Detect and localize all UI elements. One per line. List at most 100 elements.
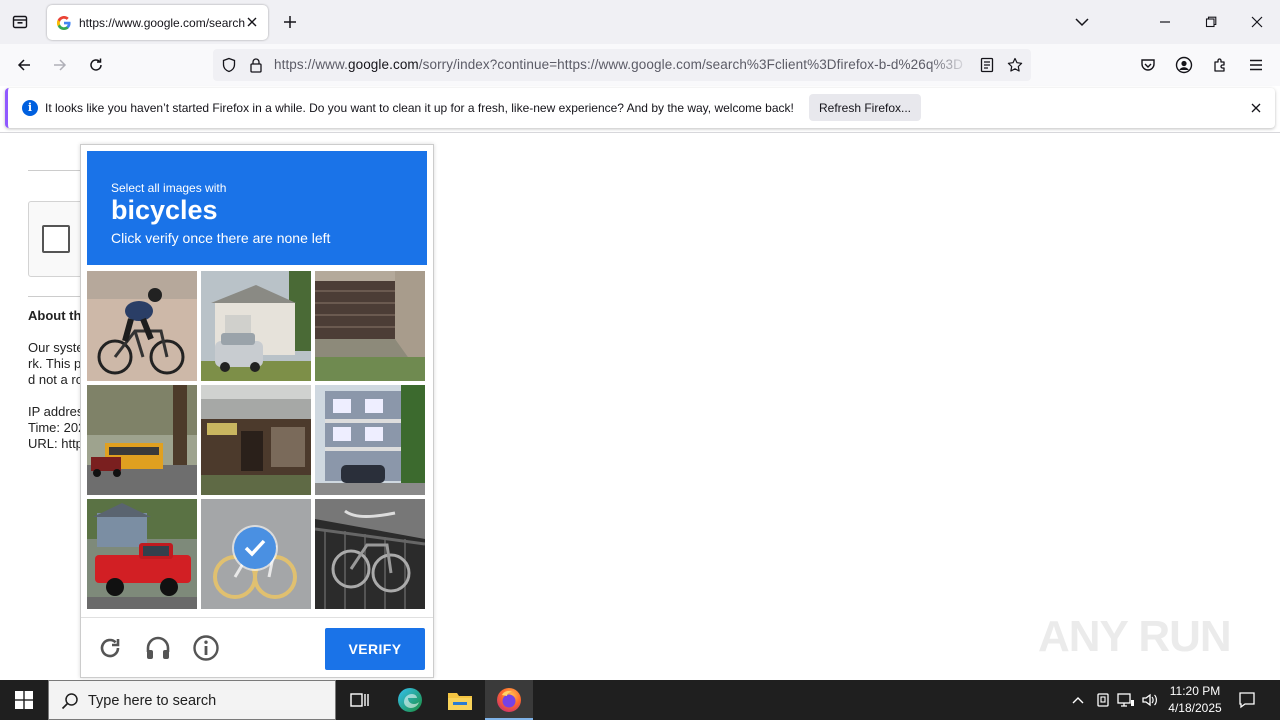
time-line: Time: 2025: [28, 420, 88, 435]
extensions-button[interactable]: [1205, 50, 1235, 80]
captcha-tile-5[interactable]: [201, 385, 311, 495]
task-view-icon: [350, 693, 369, 707]
show-hidden-icons-button[interactable]: [1068, 690, 1088, 710]
reload-button[interactable]: [81, 50, 111, 80]
account-icon: [1175, 56, 1193, 74]
anyrun-watermark: ANY RUN: [1038, 608, 1238, 674]
firefox-taskbar-button[interactable]: [485, 680, 533, 720]
notification-icon: [1239, 692, 1255, 709]
captcha-tile-4[interactable]: [87, 385, 197, 495]
ip-address-line: IP address:: [28, 404, 88, 419]
security-tray-button[interactable]: [1093, 690, 1113, 710]
reload-challenge-button[interactable]: [94, 632, 126, 664]
pocket-button[interactable]: [1133, 50, 1163, 80]
url-path: /sorry/index?continue=https://www.google…: [418, 57, 964, 72]
app-menu-button[interactable]: [1241, 50, 1271, 80]
tab-strip: https://www.google.com/search?client=fir…: [0, 0, 1280, 44]
restore-button[interactable]: [1188, 0, 1234, 44]
reload-icon: [100, 638, 120, 658]
windows-taskbar: Type here to search 11:20 PM 4/18/2025: [0, 680, 1280, 720]
clock-date: 4/18/2025: [1168, 701, 1222, 715]
device-icon: [1097, 693, 1109, 707]
volume-tray-button[interactable]: [1140, 690, 1160, 710]
captcha-tile-2[interactable]: [201, 271, 311, 381]
challenge-subinstruction: Click verify once there are none left: [111, 230, 331, 246]
selected-check-icon: [234, 527, 276, 569]
start-button[interactable]: [0, 680, 48, 720]
list-all-tabs-button[interactable]: [1068, 8, 1096, 36]
notification-close-icon[interactable]: [1248, 100, 1264, 116]
challenge-instruction: Select all images with: [111, 181, 227, 195]
challenge-header: Select all images with bicycles Click ve…: [87, 151, 427, 265]
about-heading: About this page: [28, 308, 88, 323]
info-icon: [193, 635, 219, 661]
url-bar[interactable]: https://www.google.com/sorry/index?conti…: [213, 49, 1031, 81]
pocket-icon: [1141, 59, 1155, 71]
recaptcha-challenge-dialog: Select all images with bicycles Click ve…: [80, 144, 434, 678]
tab-close-icon[interactable]: [244, 14, 260, 30]
taskbar-search-box[interactable]: Type here to search: [48, 680, 336, 720]
challenge-footer: VERIFY: [81, 617, 433, 677]
restore-icon: [1205, 16, 1217, 28]
navigation-toolbar: https://www.google.com/sorry/index?conti…: [0, 44, 1280, 86]
browser-tab-active[interactable]: https://www.google.com/search?client=fir…: [47, 5, 268, 40]
notification-center-button[interactable]: [1236, 689, 1258, 711]
verify-button[interactable]: VERIFY: [325, 628, 425, 670]
reader-view-icon[interactable]: [978, 56, 996, 74]
task-view-button[interactable]: [336, 680, 384, 720]
file-explorer-taskbar-button[interactable]: [436, 680, 484, 720]
captcha-tile-6[interactable]: [315, 385, 425, 495]
google-favicon-icon: [57, 15, 71, 30]
new-tab-button[interactable]: [276, 8, 304, 36]
info-icon: i: [22, 100, 38, 116]
minimize-button[interactable]: [1142, 0, 1188, 44]
firefox-view-button[interactable]: [6, 8, 34, 36]
captcha-tile-1[interactable]: [87, 271, 197, 381]
audio-headphones-icon: [146, 636, 170, 659]
help-button[interactable]: [190, 632, 222, 664]
chevron-down-icon: [1075, 18, 1089, 27]
url-line: URL: https: [28, 436, 88, 451]
folder-icon: [448, 693, 472, 710]
close-window-button[interactable]: [1234, 0, 1280, 44]
bookmark-star-icon[interactable]: [1006, 56, 1024, 74]
account-button[interactable]: [1169, 50, 1199, 80]
firefox-view-icon: [12, 15, 28, 29]
tracking-protection-shield-icon[interactable]: [220, 56, 238, 74]
watermark-text: ANY RUN: [1038, 612, 1232, 661]
body-line: rk. This page checks to see if it's real…: [28, 356, 88, 371]
url-prefix: https://www.: [274, 57, 348, 72]
notification-message: It looks like you haven’t started Firefo…: [45, 101, 794, 115]
chevron-up-icon: [1072, 697, 1084, 704]
recaptcha-widget[interactable]: [28, 201, 88, 277]
url-text[interactable]: https://www.google.com/sorry/index?conti…: [274, 57, 970, 72]
search-icon: [61, 693, 78, 710]
body-line: Our systems have detected unusual traffi…: [28, 340, 88, 355]
refresh-firefox-button[interactable]: Refresh Firefox...: [809, 94, 921, 121]
audio-challenge-button[interactable]: [142, 632, 174, 664]
network-tray-button[interactable]: [1116, 690, 1136, 710]
divider: [28, 296, 88, 297]
firefox-icon: [497, 688, 521, 712]
system-clock[interactable]: 11:20 PM 4/18/2025: [1164, 683, 1226, 717]
hamburger-menu-icon: [1250, 59, 1262, 71]
captcha-tile-7[interactable]: [87, 499, 197, 609]
captcha-tile-9[interactable]: [315, 499, 425, 609]
tab-title: https://www.google.com/search?client=fir…: [79, 15, 245, 30]
speaker-icon: [1142, 693, 1157, 707]
clock-time: 11:20 PM: [1169, 684, 1221, 698]
lock-icon[interactable]: [247, 56, 265, 74]
forward-button[interactable]: [45, 50, 75, 80]
edge-taskbar-button[interactable]: [386, 680, 434, 720]
recaptcha-checkbox[interactable]: [42, 225, 70, 253]
search-placeholder: Type here to search: [88, 693, 217, 709]
puzzle-piece-icon: [1214, 58, 1225, 72]
plus-icon: [284, 16, 296, 28]
captcha-tile-3[interactable]: [315, 271, 425, 381]
reload-icon: [90, 58, 102, 71]
body-line: d not a robot.: [28, 372, 88, 387]
back-button[interactable]: [9, 50, 39, 80]
windows-logo-icon: [15, 691, 33, 709]
refresh-firefox-notification: i It looks like you haven’t started Fire…: [5, 88, 1275, 128]
captcha-tile-8-selected[interactable]: [201, 499, 311, 609]
